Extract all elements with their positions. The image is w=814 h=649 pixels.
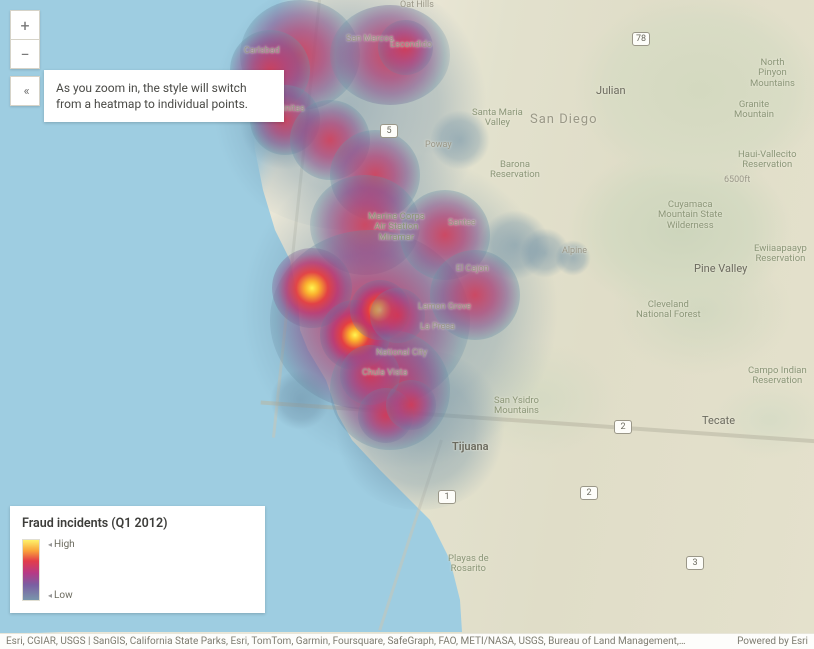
label-chulavista: Chula Vista bbox=[362, 368, 408, 378]
label-carlsbad: Carlsbad bbox=[244, 46, 280, 56]
legend: Fraud incidents (Q1 2012) High Low bbox=[10, 506, 265, 613]
label-campoindian: Campo Indian Reservation bbox=[748, 366, 807, 387]
legend-title: Fraud incidents (Q1 2012) bbox=[22, 516, 253, 531]
shield-3: 3 bbox=[686, 556, 704, 570]
collapse-panel-button[interactable]: « bbox=[10, 76, 40, 106]
shield-i5: 5 bbox=[380, 124, 398, 138]
label-santamaria: Santa Maria Valley bbox=[472, 108, 523, 129]
shield-2: 2 bbox=[580, 486, 598, 500]
label-escondido: Escondido bbox=[390, 40, 432, 50]
label-region-sandiego: San Diego bbox=[530, 112, 598, 127]
label-playasrosarito: Playas de Rosarito bbox=[448, 554, 489, 575]
label-nationalcity: National City bbox=[376, 348, 427, 358]
attribution-sources: Esri, CGIAR, USGS | SanGIS, California S… bbox=[6, 636, 686, 647]
plus-icon: + bbox=[20, 16, 29, 35]
zoom-in-button[interactable]: + bbox=[10, 10, 40, 40]
label-pinevalley: Pine Valley bbox=[694, 262, 747, 275]
zoom-out-button[interactable]: − bbox=[10, 39, 40, 69]
shield-1: 1 bbox=[438, 490, 456, 504]
label-northpinyon: North Pinyon Mountains bbox=[750, 58, 795, 89]
shield-78: 78 bbox=[632, 32, 650, 46]
chevron-left-icon: « bbox=[23, 84, 26, 99]
legend-color-ramp bbox=[22, 539, 40, 601]
label-barona: Barona Reservation bbox=[490, 160, 540, 181]
attribution-bar: Esri, CGIAR, USGS | SanGIS, California S… bbox=[0, 633, 814, 649]
label-ewiiaapaayp: Ewiiaapaayp Reservation bbox=[754, 244, 807, 265]
map-controls: + − « bbox=[10, 10, 40, 105]
label-poway: Poway bbox=[425, 140, 452, 150]
legend-high: High bbox=[48, 539, 75, 550]
label-santee: Santee bbox=[448, 218, 476, 228]
legend-low: Low bbox=[48, 590, 75, 601]
label-hauvallecito: Haui-Vallecito Reservation bbox=[738, 150, 797, 171]
info-panel-text: As you zoom in, the style will switch fr… bbox=[56, 81, 248, 111]
shield-2b: 2 bbox=[614, 420, 632, 434]
label-sanmarcos: San Marcos bbox=[346, 34, 394, 44]
label-sanisidro: San Ysidro Mountains bbox=[494, 396, 539, 417]
label-elev: 6500ft bbox=[724, 175, 750, 185]
label-alpine: Alpine bbox=[562, 246, 587, 256]
minus-icon: − bbox=[20, 45, 29, 64]
label-granite: Granite Mountain bbox=[734, 100, 774, 121]
label-elcajon: El Cajon bbox=[456, 264, 489, 274]
label-julian: Julian bbox=[596, 84, 626, 97]
label-miramar: Marine Corps Air Station Miramar bbox=[368, 212, 425, 243]
label-cuyamaca: Cuyamaca Mountain State Wilderness bbox=[658, 200, 722, 231]
label-oathills: Oat Hills bbox=[400, 0, 434, 10]
label-lapresa: La Presa bbox=[420, 322, 455, 332]
label-tecate: Tecate bbox=[702, 414, 735, 427]
attribution-powered[interactable]: Powered by Esri bbox=[729, 636, 808, 647]
info-panel: As you zoom in, the style will switch fr… bbox=[44, 70, 284, 122]
map-view[interactable]: San Diego Julian Oat Hills North Pinyon … bbox=[0, 0, 814, 649]
label-cleveland: Cleveland National Forest bbox=[636, 300, 701, 321]
label-lemongrove: Lemon Grove bbox=[418, 302, 471, 312]
label-tijuana: Tijuana bbox=[452, 440, 489, 453]
